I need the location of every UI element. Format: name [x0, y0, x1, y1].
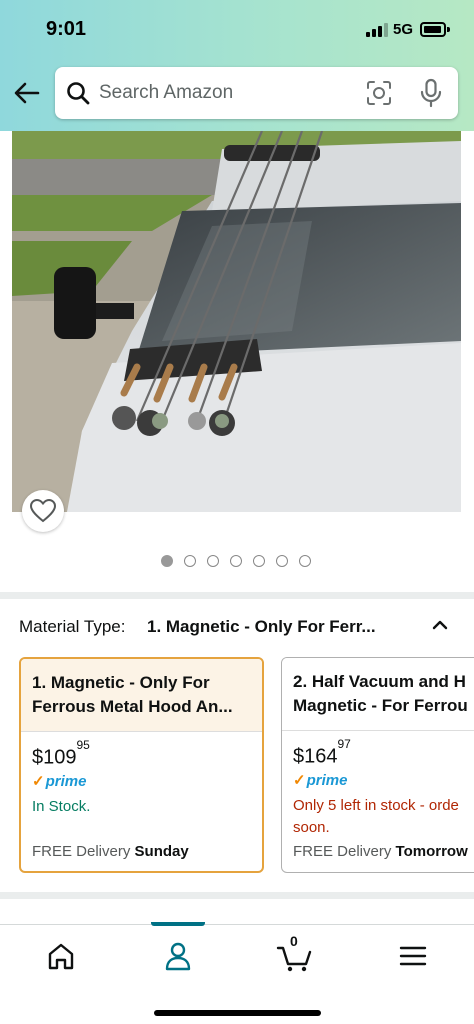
active-tab-indicator [151, 922, 205, 926]
option-separator [21, 731, 262, 732]
nav-cart[interactable]: 0 [275, 933, 315, 973]
prime-check-icon: ✓ [32, 773, 45, 790]
wishlist-button[interactable] [22, 490, 64, 532]
nav-home[interactable] [41, 939, 81, 973]
carousel-dot[interactable] [207, 555, 219, 567]
variation-selected-value: 1. Magnetic - Only For Ferr... [147, 617, 376, 636]
battery-icon [420, 22, 450, 37]
status-time: 9:01 [46, 18, 87, 40]
option-title: 1. Magnetic - Only For Ferrous Metal Hoo… [32, 673, 233, 716]
search-icon [67, 82, 90, 105]
back-arrow-button[interactable] [12, 78, 42, 108]
network-type: 5G [393, 21, 414, 38]
bottom-navigation: 0 [0, 922, 474, 1024]
back-arrow-icon [14, 82, 40, 104]
nav-account[interactable] [158, 939, 198, 973]
menu-icon [399, 946, 427, 966]
carousel-dot[interactable] [276, 555, 288, 567]
search-bar[interactable] [55, 67, 458, 119]
variation-option-magnetic[interactable]: 1. Magnetic - Only For Ferrous Metal Hoo… [19, 657, 264, 873]
image-carousel-dots[interactable] [161, 555, 316, 569]
carousel-dot[interactable] [161, 555, 173, 567]
delivery-info: FREE Delivery Sunday [32, 843, 189, 860]
option-separator [282, 730, 474, 731]
search-input[interactable] [99, 80, 349, 106]
section-divider [0, 892, 474, 899]
variation-label: Material Type: [19, 617, 126, 636]
option-title: 2. Half Vacuum and H Magnetic - For Ferr… [293, 672, 468, 715]
nav-menu[interactable] [393, 939, 433, 973]
variation-header[interactable]: Material Type: 1. Magnetic - Only For Fe… [19, 614, 459, 640]
section-divider [0, 592, 474, 599]
variation-option-half-vacuum[interactable]: 2. Half Vacuum and H Magnetic - For Ferr… [281, 657, 474, 873]
carousel-dot[interactable] [253, 555, 265, 567]
prime-badge: ✓prime [293, 772, 348, 789]
carousel-dot[interactable] [184, 555, 196, 567]
carousel-dot[interactable] [299, 555, 311, 567]
microphone-icon[interactable] [418, 78, 444, 108]
product-image[interactable] [12, 131, 461, 512]
carousel-dot[interactable] [230, 555, 242, 567]
chevron-up-icon[interactable] [429, 614, 451, 636]
home-indicator [154, 1010, 321, 1016]
prime-check-icon: ✓ [293, 772, 306, 789]
option-header: 1. Magnetic - Only For Ferrous Metal Hoo… [21, 659, 262, 731]
option-price: $16497 [293, 737, 351, 768]
cart-count-badge: 0 [290, 933, 298, 949]
cellular-signal-icon [366, 23, 388, 37]
stock-status: In Stock. [32, 798, 91, 815]
account-icon [165, 942, 191, 971]
product-photo [12, 131, 461, 512]
home-icon [48, 943, 74, 970]
option-header: 2. Half Vacuum and H Magnetic - For Ferr… [282, 658, 474, 730]
camera-lens-icon[interactable] [365, 79, 393, 107]
delivery-info: FREE Delivery Tomorrow [293, 843, 468, 860]
option-price: $10995 [32, 738, 90, 769]
stock-status: Only 5 left in stock - orde soon. [293, 797, 459, 836]
heart-icon [30, 499, 56, 523]
app-header: 9:01 5G [0, 0, 474, 131]
prime-badge: ✓prime [32, 773, 87, 790]
